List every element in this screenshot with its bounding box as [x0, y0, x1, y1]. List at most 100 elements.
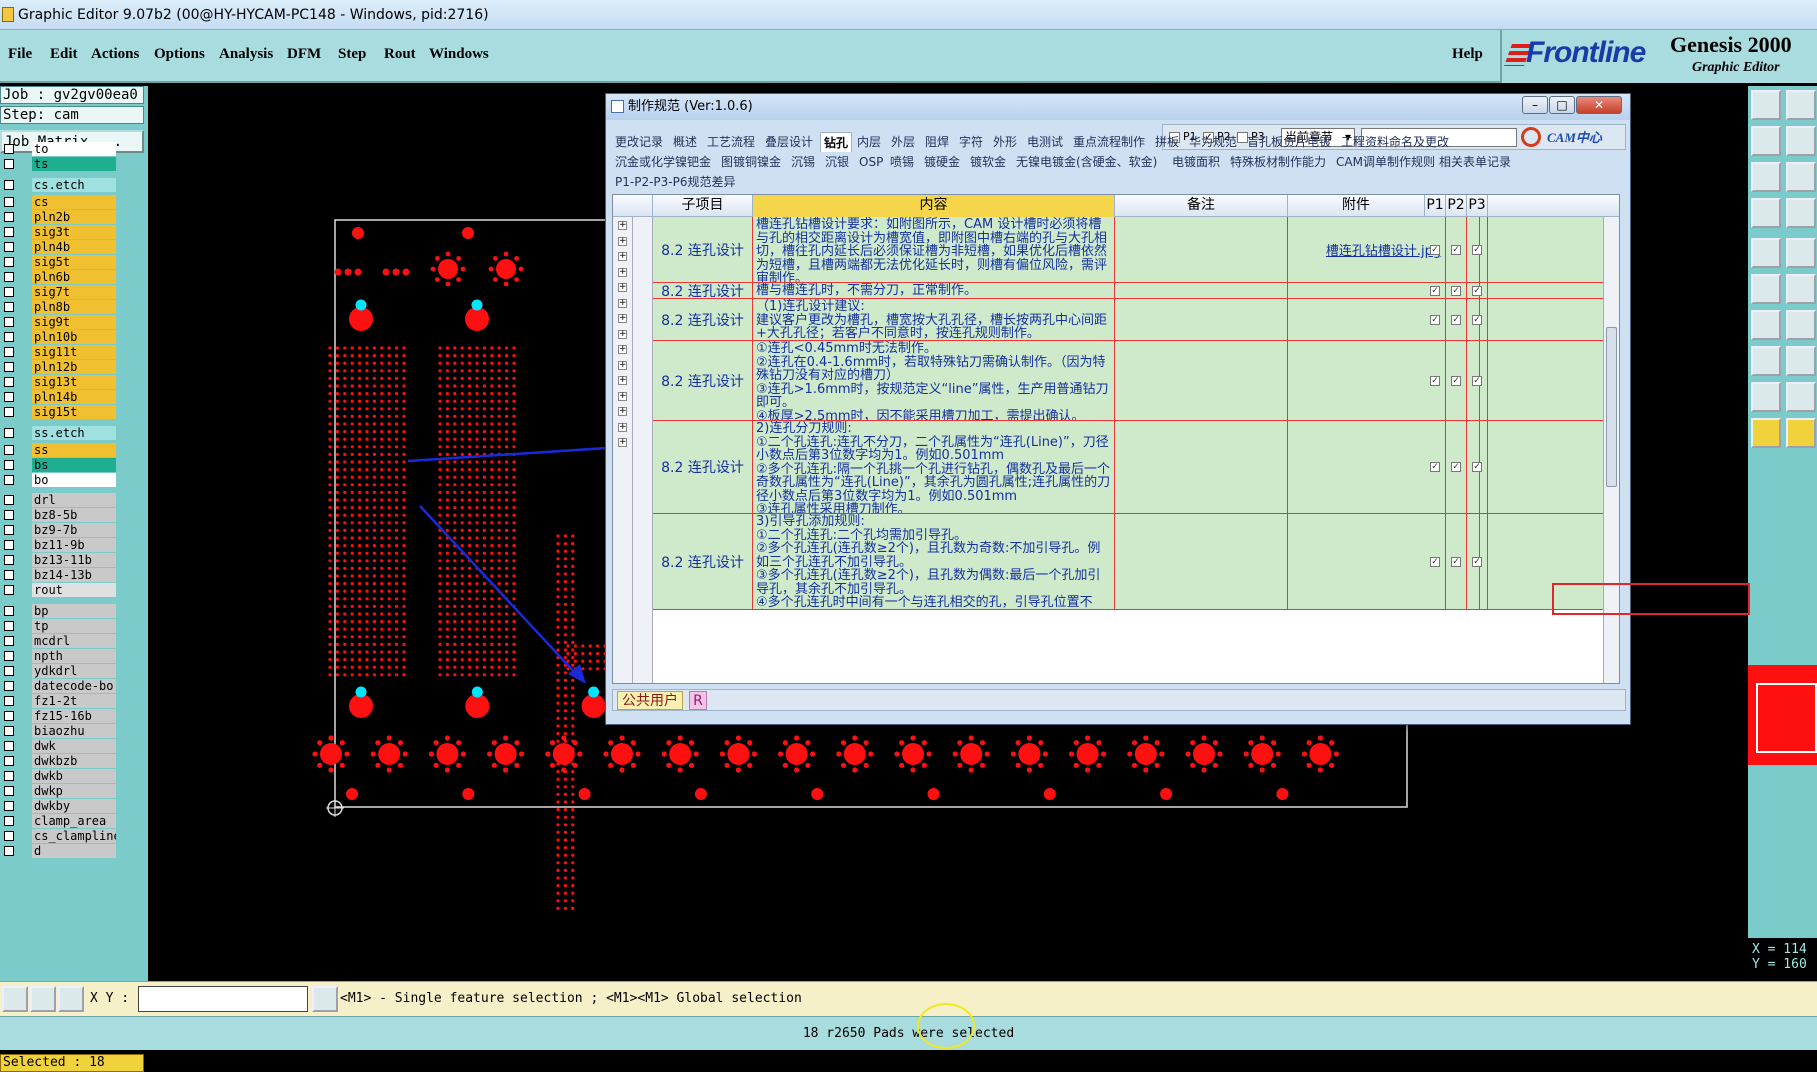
tab-0[interactable]: P1-P2-P3-P6规范差异	[612, 172, 738, 192]
layer-affected-checkbox[interactable]	[4, 525, 14, 535]
layer-affected-checkbox[interactable]	[4, 540, 14, 550]
layer-name[interactable]: sig3t	[32, 225, 116, 239]
layer-affected-checkbox[interactable]	[4, 696, 14, 706]
layer-row-sig7t[interactable]: sig7t	[0, 285, 148, 300]
layer-row-bz14-13b[interactable]: bz14-13b	[0, 568, 148, 583]
tab-4[interactable]: 钻孔	[820, 132, 853, 152]
menu-windows[interactable]: Windows	[429, 46, 489, 63]
layer-row-sig11t[interactable]: sig11t	[0, 345, 148, 360]
layer-affected-checkbox[interactable]	[4, 428, 14, 438]
tool-triangle-icon[interactable]	[1751, 382, 1781, 412]
layer-row-drl[interactable]: drl	[0, 493, 148, 508]
layer-row-pln6b[interactable]: pln6b	[0, 270, 148, 285]
tab-10[interactable]: 特殊板材制作能力	[1227, 152, 1329, 172]
p1-row-checkbox[interactable]: ✓	[1425, 283, 1446, 298]
tool-net-icon[interactable]	[1751, 274, 1781, 304]
p2-row-checkbox[interactable]: ✓	[1446, 421, 1467, 513]
tab-4[interactable]: OSP	[856, 152, 886, 172]
close-button[interactable]: ✕	[1576, 96, 1622, 114]
layer-row-dwkbzb[interactable]: dwkbzb	[0, 754, 148, 769]
layer-name[interactable]: pln10b	[32, 330, 116, 344]
layer-affected-checkbox[interactable]	[4, 445, 14, 455]
layer-row-bz13-11b[interactable]: bz13-11b	[0, 553, 148, 568]
layer-row-bz11-9b[interactable]: bz11-9b	[0, 538, 148, 553]
layer-name[interactable]: bz8-5b	[32, 508, 116, 522]
layer-row-sig5t[interactable]: sig5t	[0, 255, 148, 270]
grid-toggle-icon[interactable]	[58, 986, 84, 1012]
tool-pad-icon[interactable]	[1751, 238, 1781, 268]
layer-name[interactable]: mcdrl	[32, 634, 116, 648]
layer-affected-checkbox[interactable]	[4, 242, 14, 252]
expand-icon[interactable]: +	[618, 360, 627, 370]
layer-row-bs[interactable]: bs	[0, 458, 148, 473]
tool-grid-icon[interactable]	[1786, 198, 1816, 228]
layer-name[interactable]: sig13t	[32, 375, 116, 389]
layer-row-fz15-16b[interactable]: fz15-16b	[0, 709, 148, 724]
expand-icon[interactable]: +	[618, 314, 627, 323]
tab-7[interactable]: 阻焊	[922, 132, 952, 152]
tool-slope-icon[interactable]	[1786, 310, 1816, 340]
layer-row-dwkp[interactable]: dwkp	[0, 784, 148, 799]
layer-affected-checkbox[interactable]	[4, 362, 14, 372]
layer-row-dwk[interactable]: dwk	[0, 739, 148, 754]
col-p3[interactable]: P3	[1467, 195, 1488, 217]
layer-name[interactable]: fz15-16b	[32, 709, 116, 723]
layer-name[interactable]: dwkp	[32, 784, 116, 798]
layer-row-pln10b[interactable]: pln10b	[0, 330, 148, 345]
tool-cross-icon[interactable]	[1786, 274, 1816, 304]
tool-snap-icon[interactable]	[1751, 346, 1781, 376]
snap-angle-icon[interactable]	[30, 986, 56, 1012]
p1-row-checkbox[interactable]: ✓	[1425, 217, 1446, 282]
layer-name[interactable]: dwkbzb	[32, 754, 116, 768]
layer-row-ss-etch[interactable]: ss.etch	[0, 426, 148, 441]
layer-affected-checkbox[interactable]	[4, 756, 14, 766]
layer-affected-checkbox[interactable]	[4, 272, 14, 282]
tool-select-arrow-alt-icon[interactable]	[1786, 418, 1816, 448]
layer-affected-checkbox[interactable]	[4, 495, 14, 505]
layer-row-cs[interactable]: cs	[0, 195, 148, 210]
tab-9[interactable]: 外形	[990, 132, 1020, 152]
layer-row-datecode-bo[interactable]: datecode-bo	[0, 679, 148, 694]
layer-affected-checkbox[interactable]	[4, 377, 14, 387]
layer-row-sig9t[interactable]: sig9t	[0, 315, 148, 330]
col-attachment[interactable]: 附件	[1288, 195, 1425, 217]
tab-0[interactable]: 更改记录	[612, 132, 666, 152]
table-row[interactable]: 8.2 连孔设计 槽与槽连孔时，不需分刀，正常制作。 ✓ ✓ ✓	[653, 283, 1603, 299]
tab-6[interactable]: 镀硬金	[921, 152, 963, 172]
layer-name[interactable]: pln14b	[32, 390, 116, 404]
table-row[interactable]: 8.2 连孔设计 3)引导孔添加规则: ①二个孔连孔:二个孔均需加引导孔。 ②多个…	[653, 514, 1603, 610]
layer-row-pln12b[interactable]: pln12b	[0, 360, 148, 375]
tool-pan-icon[interactable]	[1786, 162, 1816, 192]
tool-polyline-icon[interactable]	[1786, 382, 1816, 412]
tab-12[interactable]: 拼板	[1152, 132, 1182, 152]
layer-affected-checkbox[interactable]	[4, 159, 14, 169]
layer-row-dwkby[interactable]: dwkby	[0, 799, 148, 814]
layer-name[interactable]: clamp_area	[32, 814, 116, 828]
layer-affected-checkbox[interactable]	[4, 831, 14, 841]
layer-name[interactable]: sig15t	[32, 405, 116, 419]
layer-row-npth[interactable]: npth	[0, 649, 148, 664]
layer-row-mcdrl[interactable]: mcdrl	[0, 634, 148, 649]
p3-row-checkbox[interactable]: ✓	[1467, 283, 1488, 298]
layer-name[interactable]: pln6b	[32, 270, 116, 284]
tool-fit-icon[interactable]	[1751, 162, 1781, 192]
p2-row-checkbox[interactable]: ✓	[1446, 283, 1467, 298]
p3-row-checkbox[interactable]: ✓	[1467, 514, 1488, 609]
layer-affected-checkbox[interactable]	[4, 681, 14, 691]
menu-analysis[interactable]: Analysis	[219, 46, 273, 63]
layer-row-pln2b[interactable]: pln2b	[0, 210, 148, 225]
layer-row-pln4b[interactable]: pln4b	[0, 240, 148, 255]
tab-8[interactable]: 字符	[956, 132, 986, 152]
layer-affected-checkbox[interactable]	[4, 606, 14, 616]
expand-icon[interactable]: +	[618, 422, 627, 432]
col-note[interactable]: 备注	[1115, 195, 1288, 217]
expand-icon[interactable]: +	[618, 438, 627, 447]
layer-row-pln8b[interactable]: pln8b	[0, 300, 148, 315]
menu-actions[interactable]: Actions	[91, 46, 139, 63]
layer-name[interactable]: fz1-2t	[32, 694, 116, 708]
expand-icon[interactable]: +	[618, 252, 627, 261]
table-row[interactable]: 8.2 连孔设计 ①连孔<0.45mm时无法制作。 ②连孔在0.4-1.6mm时，…	[653, 341, 1603, 421]
layer-name[interactable]: sig7t	[32, 285, 116, 299]
tab-3[interactable]: 沉银	[822, 152, 852, 172]
layer-name[interactable]: bs	[32, 458, 116, 472]
